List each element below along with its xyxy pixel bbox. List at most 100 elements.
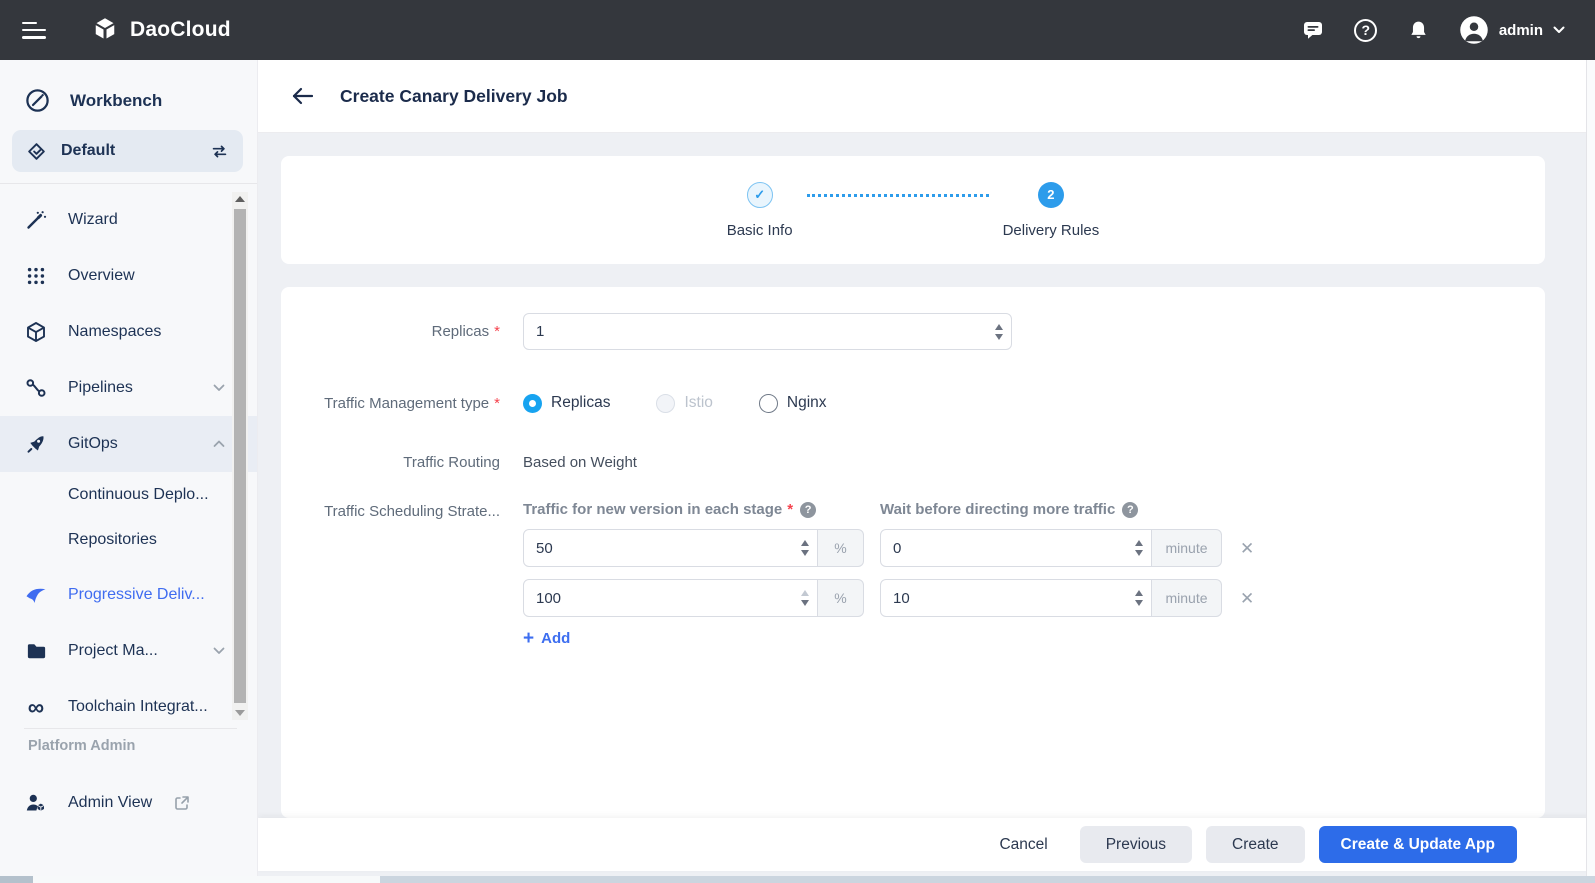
- stepper-card: ✓ Basic Info 2 Delivery Rules: [281, 156, 1545, 264]
- page-right-edge: [1586, 60, 1595, 876]
- chat-icon[interactable]: [1300, 17, 1326, 43]
- chevron-down-icon: [213, 647, 225, 655]
- help-tooltip-icon[interactable]: ?: [800, 502, 816, 518]
- horizontal-scrollbar: [0, 876, 1595, 883]
- step-up-icon[interactable]: [801, 540, 809, 546]
- scroll-down-arrow[interactable]: [235, 710, 245, 716]
- traffic-routing-row: Traffic Routing Based on Weight: [281, 454, 1545, 471]
- replicas-stepper[interactable]: [987, 324, 1011, 340]
- workspace-label: Default: [61, 142, 115, 160]
- step-down-icon[interactable]: [801, 600, 809, 606]
- traffic-routing-value: Based on Weight: [523, 454, 637, 471]
- sidebar-item-pipelines[interactable]: Pipelines: [0, 360, 257, 416]
- wait-time-input[interactable]: [881, 540, 1127, 557]
- step-up-icon[interactable]: [801, 590, 809, 596]
- help-tooltip-icon[interactable]: ?: [1122, 502, 1138, 518]
- brand[interactable]: DaoCloud: [90, 15, 231, 45]
- stage-traffic-input[interactable]: [524, 590, 793, 607]
- footer-actions: Cancel Previous Create Create & Update A…: [258, 818, 1595, 871]
- step-up-icon[interactable]: [995, 324, 1003, 330]
- step-up-icon[interactable]: [1135, 540, 1143, 546]
- stage-traffic-header: Traffic for new version in each stage* ?: [523, 501, 880, 518]
- sidebar-item-project-management[interactable]: Project Ma...: [0, 623, 257, 679]
- topbar: DaoCloud ?: [0, 0, 1595, 60]
- step-basic-info[interactable]: ✓ Basic Info: [727, 182, 793, 239]
- scrollbar-thumb[interactable]: [234, 209, 246, 703]
- nav-label: Repositories: [68, 531, 157, 549]
- bird-icon: [24, 582, 48, 608]
- scheduling-label: Traffic Scheduling Strate...: [281, 501, 500, 520]
- wait-traffic-header: Wait before directing more traffic ?: [880, 501, 1138, 518]
- radio-nginx[interactable]: Nginx: [759, 394, 827, 413]
- scheduling-headers: Traffic for new version in each stage* ?…: [523, 501, 1254, 518]
- cancel-button[interactable]: Cancel: [989, 826, 1057, 863]
- sidebar-item-wizard[interactable]: Wizard: [0, 192, 257, 248]
- required-asterisk: *: [494, 395, 500, 412]
- number-stepper[interactable]: [1127, 590, 1151, 606]
- step-label: Basic Info: [727, 222, 793, 239]
- step-down-icon[interactable]: [1135, 600, 1143, 606]
- step-down-icon[interactable]: [995, 334, 1003, 340]
- minute-unit: minute: [1152, 529, 1222, 567]
- back-button[interactable]: [291, 86, 313, 106]
- radio-unselected-icon: [759, 394, 778, 413]
- horizontal-scrollbar-thumb[interactable]: [33, 876, 380, 883]
- minute-unit: minute: [1152, 579, 1222, 617]
- step-down-icon[interactable]: [801, 550, 809, 556]
- workspace-selector[interactable]: Default: [12, 130, 243, 172]
- replicas-input[interactable]: [524, 323, 987, 340]
- number-stepper[interactable]: [1127, 540, 1151, 556]
- sidebar-item-overview[interactable]: Overview: [0, 248, 257, 304]
- scroll-up-arrow[interactable]: [235, 196, 245, 202]
- admin-user-icon: [24, 791, 48, 815]
- stage-traffic-group: %: [523, 529, 864, 567]
- wait-time-group: minute: [880, 529, 1222, 567]
- scheduling-row: Traffic Scheduling Strate... Traffic for…: [281, 501, 1545, 648]
- traffic-routing-label: Traffic Routing: [281, 454, 500, 471]
- previous-button[interactable]: Previous: [1080, 826, 1192, 863]
- wait-time-input-box: [880, 529, 1152, 567]
- wand-icon: [24, 208, 48, 232]
- remove-row-icon[interactable]: ✕: [1240, 540, 1254, 557]
- number-stepper[interactable]: [793, 590, 817, 606]
- sidebar-item-gitops[interactable]: GitOps: [0, 416, 257, 472]
- platform-admin-label: Platform Admin: [28, 738, 135, 754]
- sidebar-item-admin-view[interactable]: Admin View: [0, 780, 257, 826]
- help-icon[interactable]: ?: [1353, 17, 1379, 43]
- percent-unit: %: [818, 579, 864, 617]
- nav-label: Project Ma...: [68, 642, 158, 660]
- pipelines-icon: [24, 376, 48, 400]
- sidebar-item-toolchain-integration[interactable]: ∞ Toolchain Integrat...: [0, 679, 257, 735]
- step-up-icon[interactable]: [1135, 590, 1143, 596]
- create-update-app-button[interactable]: Create & Update App: [1319, 826, 1517, 863]
- stage-traffic-input[interactable]: [524, 540, 793, 557]
- create-button[interactable]: Create: [1206, 826, 1305, 863]
- step-down-icon[interactable]: [1135, 550, 1143, 556]
- folder-icon: [24, 640, 48, 663]
- number-stepper[interactable]: [793, 540, 817, 556]
- nav-label: GitOps: [68, 435, 118, 453]
- sidebar-item-repositories[interactable]: Repositories: [0, 517, 257, 562]
- plus-icon: +: [523, 629, 534, 648]
- remove-row-icon[interactable]: ✕: [1240, 590, 1254, 607]
- radio-istio: Istio: [656, 394, 712, 413]
- form-card: Replicas* Traffic Management type* Repli…: [281, 287, 1545, 818]
- user-menu[interactable]: admin: [1459, 15, 1565, 45]
- infinity-icon: ∞: [24, 700, 48, 714]
- admin-view-label: Admin View: [68, 794, 152, 812]
- bell-icon[interactable]: [1406, 17, 1432, 43]
- step-delivery-rules[interactable]: 2 Delivery Rules: [1003, 182, 1100, 239]
- sidebar-item-continuous-deployment[interactable]: Continuous Deplo...: [0, 472, 257, 517]
- workspace-icon: [26, 141, 47, 162]
- required-asterisk: *: [494, 323, 500, 340]
- add-stage-button[interactable]: + Add: [523, 629, 1254, 648]
- radio-replicas[interactable]: Replicas: [523, 394, 610, 413]
- workbench-label: Workbench: [70, 91, 162, 111]
- sidebar-item-workbench[interactable]: Workbench: [0, 60, 257, 114]
- sidebar-item-progressive-delivery[interactable]: Progressive Deliv...: [0, 567, 257, 623]
- sidebar-item-namespaces[interactable]: Namespaces: [0, 304, 257, 360]
- menu-icon[interactable]: [22, 22, 46, 39]
- radio-disabled-icon: [656, 394, 675, 413]
- switch-workspace-icon[interactable]: [210, 142, 229, 161]
- wait-time-input[interactable]: [881, 590, 1127, 607]
